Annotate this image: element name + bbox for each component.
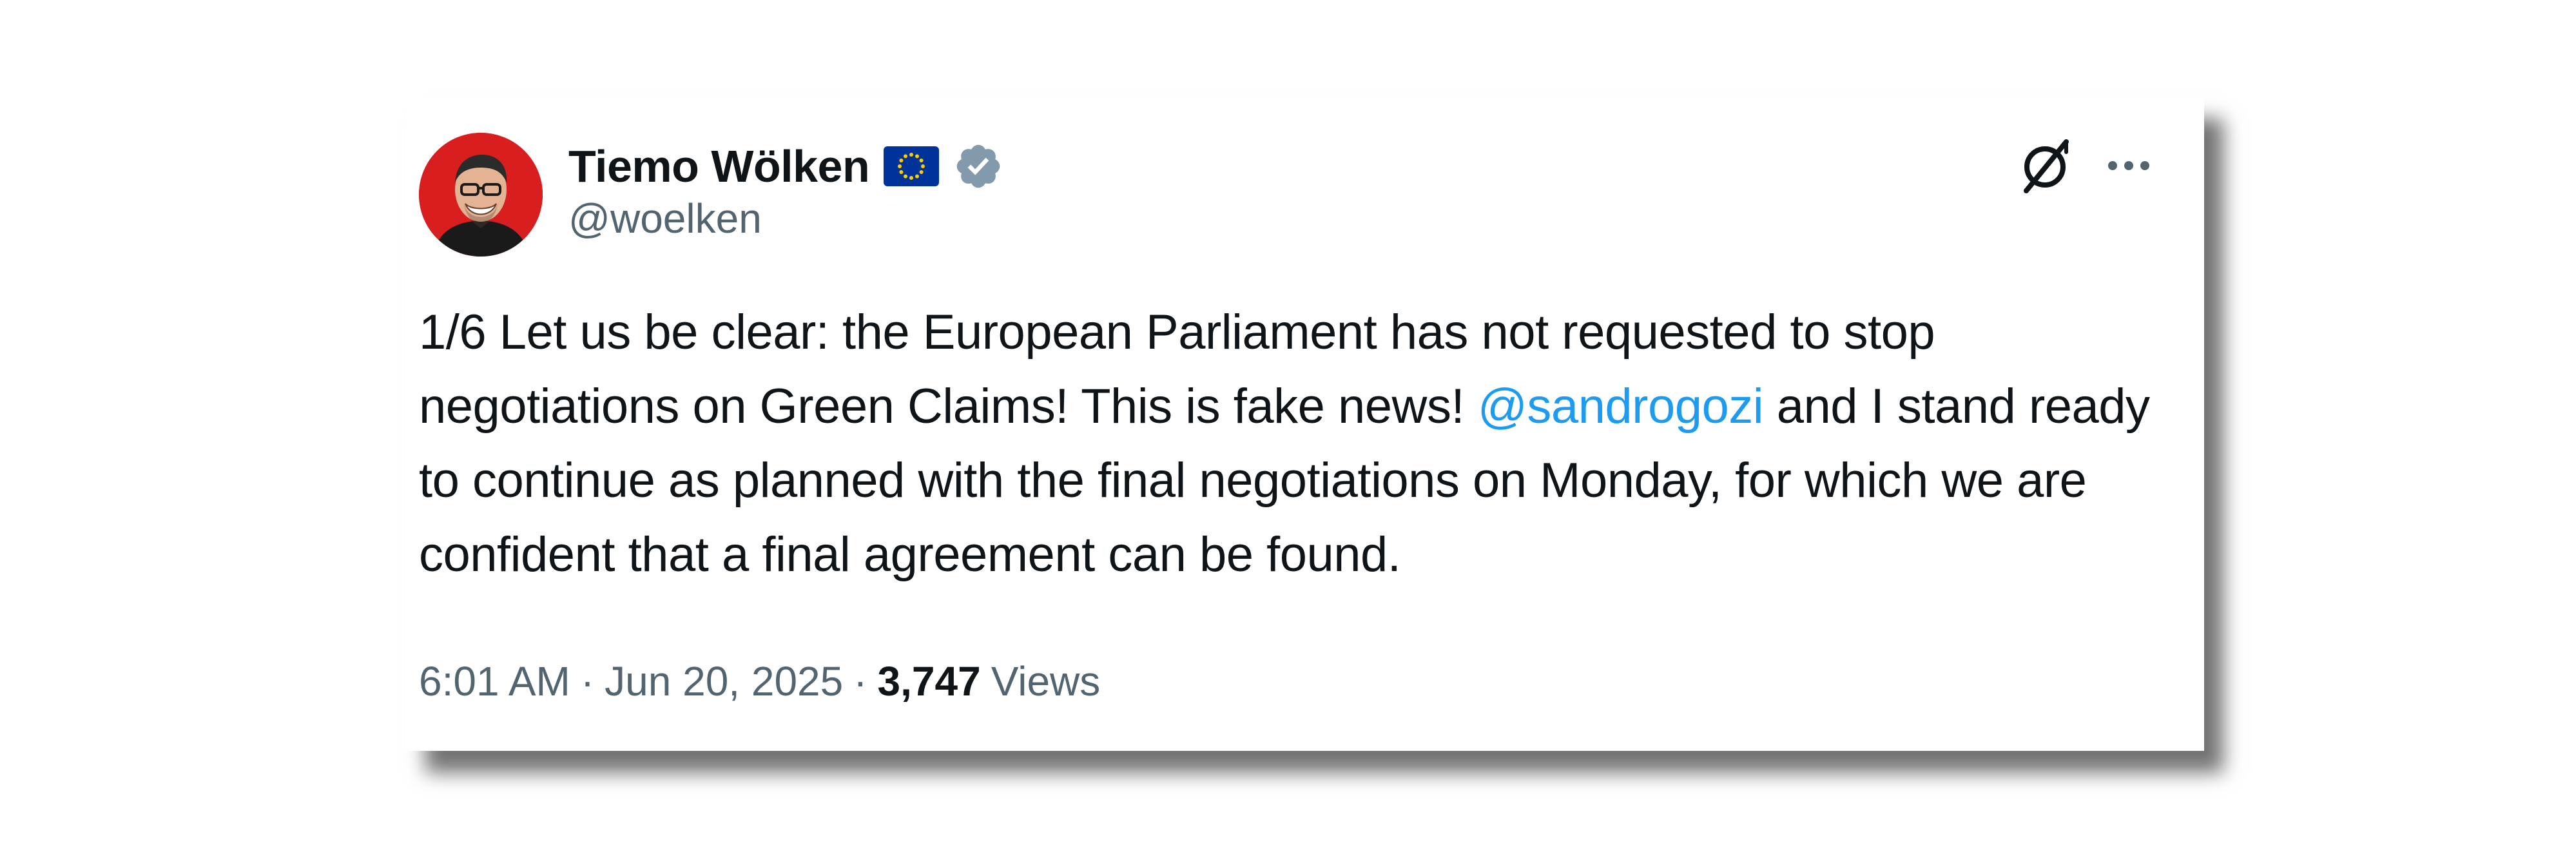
author-handle[interactable]: @woelken — [568, 195, 762, 242]
more-options-icon[interactable] — [2100, 151, 2158, 180]
tweet-time[interactable]: 6:01 AM — [419, 657, 570, 705]
avatar[interactable] — [419, 133, 543, 257]
verified-badge-icon[interactable] — [953, 141, 1003, 191]
views-label: Views — [991, 658, 1101, 704]
author-name[interactable]: Tiemo Wölken — [568, 141, 870, 192]
avatar-image — [419, 133, 543, 257]
grok-icon[interactable] — [2016, 137, 2074, 195]
tweet-date[interactable]: Jun 20, 2025 — [605, 657, 843, 705]
tweet-meta: 6:01 AM · Jun 20, 2025 · 3,747 Views — [419, 652, 1100, 710]
meta-separator: · — [853, 658, 867, 704]
tweet-text: 1/6 Let us be clear: the European Parlia… — [419, 295, 2185, 592]
eu-flag-icon — [884, 146, 940, 186]
mention-link[interactable]: @sandrogozi — [1478, 379, 1764, 434]
author-row: Tiemo Wölken — [568, 137, 1003, 196]
meta-separator: · — [580, 658, 595, 704]
tweet-card: Tiemo Wölken @woelken 1/6 Let us be clea… — [406, 97, 2204, 751]
views-count: 3,747 — [877, 658, 981, 704]
